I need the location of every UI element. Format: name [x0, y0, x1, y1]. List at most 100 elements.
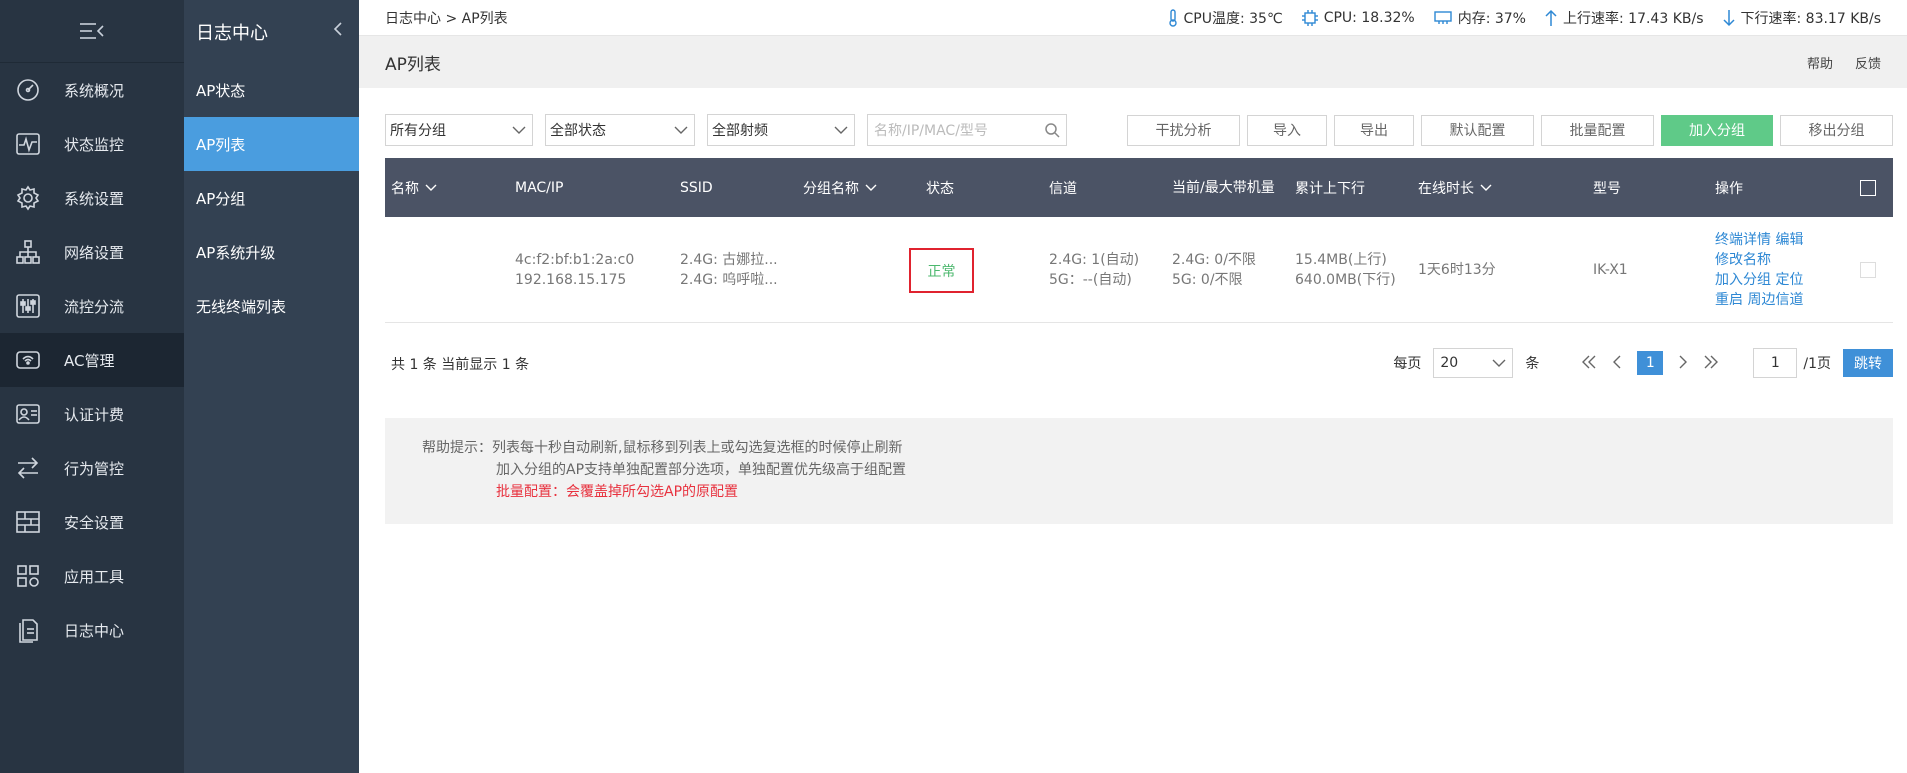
menu-collapse-icon	[80, 23, 104, 39]
sidebar-item-network[interactable]: 网络设置	[0, 225, 184, 279]
cell-operations: 终端详情 编辑 修改名称 加入分组 定位 重启 周边信道	[1715, 230, 1803, 310]
cell-uptime: 1天6时13分	[1418, 262, 1496, 278]
sidebar-item-ac-management[interactable]: AC管理	[0, 333, 184, 387]
select-all-checkbox[interactable]	[1860, 158, 1876, 217]
top-status-bar: 日志中心 > AP列表 CPU温度: 35℃ CPU: 18.32% 内存: 3…	[359, 0, 1907, 36]
col-traffic-header: 累计上下行	[1295, 180, 1365, 197]
chevron-left-icon	[1613, 355, 1621, 368]
swap-arrows-icon	[14, 454, 42, 482]
cell-mac-ip: 4c:f2:bf:b1:2a:c0 192.168.15.175	[515, 252, 635, 288]
cell-clients: 2.4G: 0/不限 5G: 0/不限	[1172, 252, 1256, 288]
chevron-down-icon	[834, 126, 848, 134]
search-input[interactable]: 名称/IP/MAC/型号	[867, 114, 1067, 146]
per-page-select[interactable]: 20	[1433, 348, 1514, 378]
remove-from-group-button[interactable]: 移出分组	[1780, 114, 1893, 146]
sidebar-item-security[interactable]: 安全设置	[0, 495, 184, 549]
feedback-link[interactable]: 反馈	[1855, 53, 1881, 72]
sort-chevron-icon	[425, 184, 437, 191]
table-row[interactable]: 4c:f2:bf:b1:2a:c0 192.168.15.175 2.4G: 古…	[385, 217, 1893, 323]
cell-channel: 2.4G: 1(自动) 5G：--(自动)	[1049, 252, 1140, 288]
col-group-header[interactable]: 分组名称	[803, 158, 877, 217]
memory-stat: 内存: 37%	[1433, 8, 1526, 28]
status-filter-select[interactable]: 全部状态	[545, 114, 695, 146]
sidebar-item-label: 认证计费	[64, 405, 125, 424]
cell-ssid: 2.4G: 古娜拉... 2.4G: 呜呼啦...	[680, 252, 778, 288]
col-ssid-header: SSID	[680, 179, 713, 196]
sidebar-item-label: 行为管控	[64, 459, 125, 478]
add-to-group-button[interactable]: 加入分组	[1661, 114, 1773, 146]
chevron-right-icon	[1679, 355, 1688, 368]
sidebar-item-label: 系统设置	[64, 189, 125, 208]
last-page-button[interactable]	[1697, 353, 1725, 374]
chevron-down-icon	[1492, 359, 1506, 367]
row-checkbox[interactable]	[1860, 262, 1876, 278]
sidebar-item-monitor[interactable]: 状态监控	[0, 117, 184, 171]
sidebar-item-overview[interactable]: 系统概况	[0, 63, 184, 117]
reboot-link[interactable]: 重启	[1715, 292, 1743, 308]
rename-link[interactable]: 修改名称	[1715, 252, 1771, 268]
group-filter-select[interactable]: 所有分组	[385, 114, 533, 146]
subnav-item-ap-upgrade[interactable]: AP系统升级	[184, 225, 359, 279]
sidebar-item-app-tools[interactable]: 应用工具	[0, 549, 184, 603]
subnav-item-label: AP系统升级	[196, 243, 276, 262]
subnav-item-ap-status[interactable]: AP状态	[184, 63, 359, 117]
edit-link[interactable]: 编辑	[1775, 232, 1803, 248]
first-page-button[interactable]	[1575, 353, 1603, 374]
next-page-button[interactable]	[1669, 353, 1697, 374]
help-link[interactable]: 帮助	[1807, 53, 1833, 72]
sidebar-item-log-center[interactable]: 日志中心	[0, 603, 184, 657]
checkbox[interactable]	[1860, 179, 1876, 196]
col-channel-header: 信道	[1049, 180, 1077, 197]
total-pages: /1页	[1803, 356, 1831, 372]
subnav-item-wireless-clients[interactable]: 无线终端列表	[184, 279, 359, 333]
col-mac-ip-header: MAC/IP	[515, 179, 564, 196]
cell-traffic: 15.4MB(上行) 640.0MB(下行)	[1295, 252, 1396, 288]
import-button[interactable]: 导入	[1247, 114, 1327, 146]
menu-toggle-button[interactable]	[0, 0, 184, 63]
export-button[interactable]: 导出	[1334, 114, 1414, 146]
sidebar-item-label: 应用工具	[64, 567, 125, 586]
subnav-header: 日志中心	[184, 0, 359, 63]
interference-analysis-button[interactable]: 干扰分析	[1127, 114, 1240, 146]
sidebar-item-system-settings[interactable]: 系统设置	[0, 171, 184, 225]
subnav-item-label: AP状态	[196, 81, 246, 100]
col-uptime-header[interactable]: 在线时长	[1418, 158, 1492, 217]
per-page-unit: 条	[1525, 356, 1540, 372]
default-config-button[interactable]: 默认配置	[1421, 114, 1534, 146]
current-page[interactable]: 1	[1637, 351, 1664, 375]
nearby-channel-link[interactable]: 周边信道	[1747, 292, 1803, 308]
col-name-header[interactable]: 名称	[391, 158, 437, 217]
subnav-item-ap-group[interactable]: AP分组	[184, 171, 359, 225]
frequency-filter-select[interactable]: 全部射频	[707, 114, 855, 146]
client-details-link[interactable]: 终端详情	[1715, 232, 1771, 248]
batch-config-button[interactable]: 批量配置	[1541, 114, 1654, 146]
jump-button[interactable]: 跳转	[1843, 349, 1893, 377]
breadcrumb: 日志中心 > AP列表	[385, 10, 508, 27]
monitor-icon	[14, 130, 42, 158]
search-icon[interactable]	[1044, 122, 1060, 138]
prev-page-button[interactable]	[1603, 353, 1631, 374]
collapse-subnav-button[interactable]	[333, 21, 343, 42]
join-group-link[interactable]: 加入分组	[1715, 272, 1771, 288]
checkbox[interactable]	[1860, 262, 1876, 278]
help-tip-line: 加入分组的AP支持单独配置部分选项，单独配置优先级高于组配置	[496, 462, 907, 478]
sidebar-item-label: 流控分流	[64, 297, 125, 316]
memory-icon	[1434, 10, 1452, 24]
sort-chevron-icon	[865, 184, 877, 191]
locate-link[interactable]: 定位	[1775, 272, 1803, 288]
sidebar-item-auth-billing[interactable]: 认证计费	[0, 387, 184, 441]
subnav-item-label: AP列表	[196, 135, 246, 154]
arrow-down-icon	[1722, 9, 1735, 26]
status-badge: 正常	[909, 248, 974, 293]
log-file-icon	[14, 616, 42, 644]
firewall-icon	[14, 508, 42, 536]
col-clients-header: 当前/最大带机量	[1172, 179, 1275, 196]
dashboard-icon	[14, 76, 42, 104]
subnav-item-ap-list[interactable]: AP列表	[184, 117, 359, 171]
sidebar-item-flow-control[interactable]: 流控分流	[0, 279, 184, 333]
page-number-input[interactable]: 1	[1753, 348, 1798, 378]
gear-icon	[14, 184, 42, 212]
subnav-item-label: AP分组	[196, 189, 246, 208]
sidebar-item-behavior-control[interactable]: 行为管控	[0, 441, 184, 495]
double-chevron-right-icon	[1704, 355, 1719, 368]
